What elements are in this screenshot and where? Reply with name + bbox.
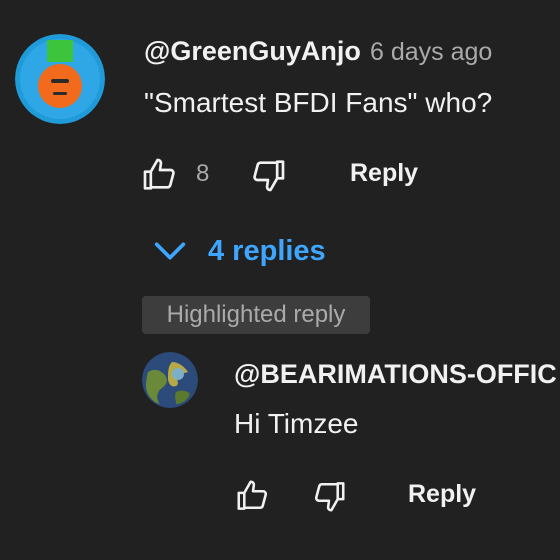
thumbs-down-icon — [253, 160, 285, 192]
chevron-down-icon — [154, 242, 186, 260]
replies-count-label: 4 replies — [208, 234, 326, 267]
reply-like-button[interactable] — [234, 477, 272, 515]
reply-reply-button[interactable]: Reply — [408, 480, 476, 509]
reply-dislike-button[interactable] — [310, 477, 348, 515]
comment-timestamp[interactable]: 6 days ago — [370, 38, 492, 67]
comment-author[interactable]: @GreenGuyAnjo — [144, 36, 361, 67]
thumbs-up-icon — [143, 158, 175, 190]
thumbs-down-icon — [314, 482, 345, 512]
highlighted-reply-badge: Highlighted reply — [142, 296, 370, 334]
thumbs-up-icon — [237, 480, 268, 510]
dislike-button[interactable] — [248, 155, 288, 195]
globe-avatar-icon — [142, 352, 198, 408]
comment-text: "Smartest BFDI Fans" who? — [144, 87, 493, 118]
replies-toggle-button[interactable]: 4 replies — [150, 226, 326, 276]
reply-author[interactable]: @BEARIMATIONS-OFFIC — [234, 359, 557, 390]
reply-button[interactable]: Reply — [350, 159, 418, 188]
green-character-avatar-icon — [15, 34, 105, 124]
comment-thread: @GreenGuyAnjo 6 days ago "Smartest BFDI … — [0, 0, 560, 560]
like-button[interactable] — [140, 155, 180, 195]
reply-avatar[interactable] — [142, 352, 198, 408]
reply-text: Hi Timzee — [234, 408, 359, 439]
like-count: 8 — [196, 160, 210, 187]
avatar[interactable] — [15, 34, 105, 124]
